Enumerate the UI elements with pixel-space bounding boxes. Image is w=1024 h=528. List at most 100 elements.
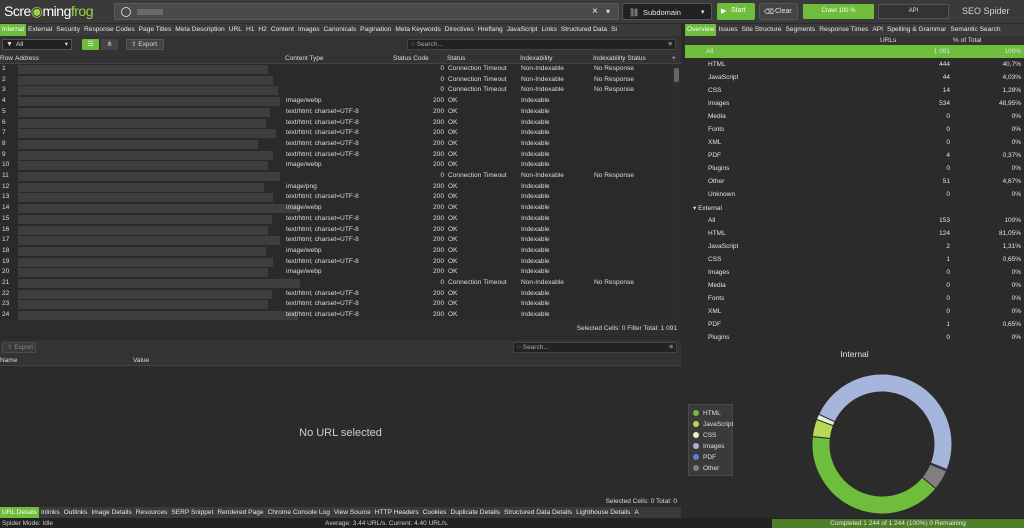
- crawl-mode-select[interactable]: ⛓ Subdomain ▾: [622, 3, 712, 20]
- column-header-urls[interactable]: URLs: [880, 37, 896, 44]
- overview-row[interactable]: CSS 1 0,65%: [685, 253, 1024, 266]
- table-row[interactable]: 10 image/webp 200 OK Indexable: [0, 160, 672, 171]
- overview-row[interactable]: Images 0 0%: [685, 266, 1024, 279]
- tab-right-0[interactable]: Overview: [685, 24, 717, 36]
- overview-table[interactable]: All 1 091 100% HTML 444 40,7% JavaScript 44 4,03…: [685, 45, 1024, 345]
- table-row[interactable]: 9 text/html; charset=UTF-8 200 OK Indexable: [0, 150, 672, 161]
- overview-row[interactable]: Media 0 0%: [685, 279, 1024, 292]
- table-row[interactable]: 11 0 Connection Timeout Non-Indexable No Res…: [0, 171, 672, 182]
- column-header-name[interactable]: Name: [0, 357, 17, 364]
- tab-main-11[interactable]: Canonicals: [322, 24, 359, 36]
- table-row[interactable]: 14 image/webp 200 OK Indexable: [0, 203, 672, 214]
- tab-main-6[interactable]: URL: [227, 24, 244, 36]
- table-row[interactable]: 7 text/html; charset=UTF-8 200 OK Indexable: [0, 128, 672, 139]
- table-row[interactable]: 12 image/png 200 OK Indexable: [0, 182, 672, 193]
- table-row[interactable]: 20 image/webp 200 OK Indexable: [0, 267, 672, 278]
- overview-row[interactable]: XML 0 0%: [685, 136, 1024, 149]
- url-history-dropdown-icon[interactable]: ▾: [606, 7, 610, 16]
- overview-row[interactable]: All 153 100%: [685, 214, 1024, 227]
- tab-right-5[interactable]: API: [870, 24, 885, 36]
- tab-right-7[interactable]: Semantic Search: [948, 24, 1002, 36]
- overview-row[interactable]: All 1 091 100%: [685, 45, 1024, 58]
- overview-row[interactable]: JavaScript 44 4,03%: [685, 71, 1024, 84]
- overview-row[interactable]: CSS 14 1,28%: [685, 84, 1024, 97]
- table-row[interactable]: 4 image/webp 200 OK Indexable: [0, 96, 672, 107]
- tab-main-13[interactable]: Meta Keywords: [393, 24, 442, 36]
- start-button[interactable]: ▶ Start: [717, 3, 755, 20]
- overview-row[interactable]: XML 0 0%: [685, 305, 1024, 318]
- column-header-content-type[interactable]: Content Type: [285, 55, 324, 62]
- column-header-status[interactable]: Status: [447, 55, 465, 62]
- tab-main-15[interactable]: Hreflang: [476, 24, 505, 36]
- filter-select[interactable]: ▼ All ▾: [2, 39, 72, 50]
- overview-row[interactable]: Other 51 4,67%: [685, 175, 1024, 188]
- overview-row[interactable]: HTML 124 81,05%: [685, 227, 1024, 240]
- table-row[interactable]: 19 text/html; charset=UTF-8 200 OK Indexable: [0, 257, 672, 268]
- column-header-row[interactable]: Row: [0, 55, 13, 62]
- add-column-icon[interactable]: +: [672, 55, 676, 62]
- search-input[interactable]: ○ Search... ≡: [407, 39, 676, 50]
- table-row[interactable]: 13 text/html; charset=UTF-8 200 OK Indexable: [0, 192, 672, 203]
- scrollbar-thumb[interactable]: [674, 68, 679, 82]
- column-header-indexability-status[interactable]: Indexability Status: [593, 55, 646, 62]
- tab-main-8[interactable]: H2: [256, 24, 268, 36]
- table-row[interactable]: 5 text/html; charset=UTF-8 200 OK Indexable: [0, 107, 672, 118]
- details-search-input[interactable]: ○ Search... ≡: [513, 342, 677, 353]
- column-header-value[interactable]: Value: [133, 357, 149, 364]
- tab-main-5[interactable]: Meta Description: [173, 24, 226, 36]
- tab-main-12[interactable]: Pagination: [358, 24, 393, 36]
- tree-view-button[interactable]: ⋔: [101, 39, 118, 50]
- clear-url-icon[interactable]: ×: [592, 6, 598, 17]
- search-settings-icon[interactable]: ≡: [669, 343, 673, 352]
- table-row[interactable]: 24 text/html; charset=UTF-8 200 OK Indexable: [0, 310, 672, 320]
- tab-right-1[interactable]: Issues: [716, 24, 739, 36]
- table-row[interactable]: 17 text/html; charset=UTF-8 200 OK Indexable: [0, 235, 672, 246]
- clear-button[interactable]: ⌫ Clear: [759, 3, 798, 20]
- table-row[interactable]: 23 text/html; charset=UTF-8 200 OK Indexable: [0, 299, 672, 310]
- tab-main-10[interactable]: Images: [296, 24, 322, 36]
- tab-main-7[interactable]: H1: [244, 24, 256, 36]
- tab-main-3[interactable]: Response Codes: [82, 24, 137, 36]
- table-row[interactable]: 3 0 Connection Timeout Non-Indexable No Resp…: [0, 85, 672, 96]
- overview-row[interactable]: Unknown 0 0%: [685, 188, 1024, 201]
- overview-row[interactable]: HTML 444 40,7%: [685, 58, 1024, 71]
- table-row[interactable]: 16 text/html; charset=UTF-8 200 OK Indexable: [0, 225, 672, 236]
- table-row[interactable]: 18 image/webp 200 OK Indexable: [0, 246, 672, 257]
- tab-main-0[interactable]: Internal: [0, 24, 26, 36]
- tab-main-14[interactable]: Directives: [443, 24, 476, 36]
- table-row[interactable]: 22 text/html; charset=UTF-8 200 OK Indexable: [0, 289, 672, 300]
- overview-row[interactable]: JavaScript 2 1,31%: [685, 240, 1024, 253]
- column-header-address[interactable]: Address: [15, 55, 39, 62]
- table-row[interactable]: 6 text/html; charset=UTF-8 200 OK Indexable: [0, 118, 672, 129]
- tab-main-2[interactable]: Security: [54, 24, 82, 36]
- search-settings-icon[interactable]: ≡: [668, 40, 672, 49]
- overview-row[interactable]: Plugins 0 0%: [685, 162, 1024, 175]
- export-button[interactable]: ⇧ Export: [126, 39, 164, 50]
- column-header-status-code[interactable]: Status Code: [393, 55, 429, 62]
- column-header-indexability[interactable]: Indexability: [520, 55, 553, 62]
- overview-row[interactable]: Fonts 0 0%: [685, 123, 1024, 136]
- overview-row[interactable]: Fonts 0 0%: [685, 292, 1024, 305]
- tab-main-1[interactable]: External: [26, 24, 54, 36]
- tab-main-16[interactable]: JavaScript: [505, 24, 540, 36]
- table-row[interactable]: 1 0 Connection Timeout Non-Indexable No Resp…: [0, 64, 672, 75]
- grid-scrollbar[interactable]: [672, 64, 681, 320]
- table-row[interactable]: 21 0 Connection Timeout Non-Indexable No Res…: [0, 278, 672, 289]
- list-view-button[interactable]: ☰: [82, 39, 99, 50]
- tab-main-9[interactable]: Content: [269, 24, 296, 36]
- overview-row[interactable]: Plugins 0 0%: [685, 331, 1024, 344]
- overview-row[interactable]: PDF 1 0,65%: [685, 318, 1024, 331]
- table-row[interactable]: 2 0 Connection Timeout Non-Indexable No Resp…: [0, 75, 672, 86]
- overview-row[interactable]: ▾ External: [685, 201, 1024, 214]
- column-header-percent[interactable]: % of Total: [953, 37, 981, 44]
- tab-main-4[interactable]: Page Titles: [137, 24, 174, 36]
- url-grid[interactable]: 1 0 Connection Timeout Non-Indexable No Resp…: [0, 64, 672, 320]
- tab-right-6[interactable]: Spelling & Grammar: [885, 24, 948, 36]
- table-row[interactable]: 15 text/html; charset=UTF-8 200 OK Indexable: [0, 214, 672, 225]
- overview-row[interactable]: Images 534 48,95%: [685, 97, 1024, 110]
- details-export-button[interactable]: ⇧ Export: [2, 342, 36, 353]
- url-input[interactable]: × ▾: [114, 3, 619, 20]
- overview-row[interactable]: PDF 4 0,37%: [685, 149, 1024, 162]
- tab-right-4[interactable]: Response Times: [817, 24, 870, 36]
- table-row[interactable]: 8 text/html; charset=UTF-8 200 OK Indexable: [0, 139, 672, 150]
